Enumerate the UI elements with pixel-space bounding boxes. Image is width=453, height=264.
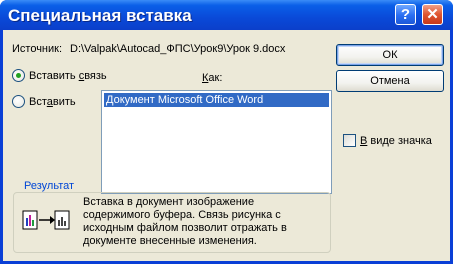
as-listbox[interactable]: Документ Microsoft Office Word (101, 90, 332, 194)
paste-link-picture-icon (22, 210, 70, 230)
window-title: Специальная вставка (8, 6, 192, 25)
source-label: Источник: (12, 43, 63, 55)
paste-label[interactable]: Вставить (29, 96, 76, 108)
radio-selected-dot (16, 73, 21, 78)
cancel-button[interactable]: Отмена (336, 70, 444, 92)
paste-label-rest: вить (52, 96, 76, 108)
paste-label-part: Вст (29, 96, 47, 108)
display-as-icon-label[interactable]: В виде значка (360, 135, 432, 147)
ok-button[interactable]: ОК (336, 44, 444, 66)
display-as-icon-label-rest: виде значка (367, 135, 432, 147)
close-icon: ✕ (426, 6, 439, 23)
paste-radio[interactable] (12, 95, 25, 108)
paste-link-radio[interactable] (12, 69, 25, 82)
as-label: Как: (202, 72, 222, 84)
source-path: D:\Valpak\Autocad_ФПС\Урок9\Урок 9.docx (70, 43, 286, 55)
as-label-rest: ак: (208, 72, 223, 84)
help-icon: ? (400, 6, 411, 23)
title-bar[interactable]: Специальная вставка ? ✕ (0, 0, 453, 30)
close-button[interactable]: ✕ (422, 4, 443, 25)
help-button[interactable]: ? (395, 4, 416, 25)
paste-special-dialog: Специальная вставка ? ✕ Источник: D:\Val… (0, 0, 453, 264)
result-description: Вставка в документ изображение содержимо… (83, 196, 287, 247)
paste-link-label-rest: вязь (84, 70, 107, 82)
list-item[interactable]: Документ Microsoft Office Word (104, 93, 329, 107)
display-as-icon-checkbox[interactable] (343, 134, 356, 147)
paste-link-label[interactable]: Вставить связь (29, 70, 107, 82)
result-group-label: Результат (21, 180, 78, 192)
paste-link-label-part: Вставить (29, 70, 79, 82)
dialog-body: Источник: D:\Valpak\Autocad_ФПС\Урок9\Ур… (3, 30, 450, 261)
